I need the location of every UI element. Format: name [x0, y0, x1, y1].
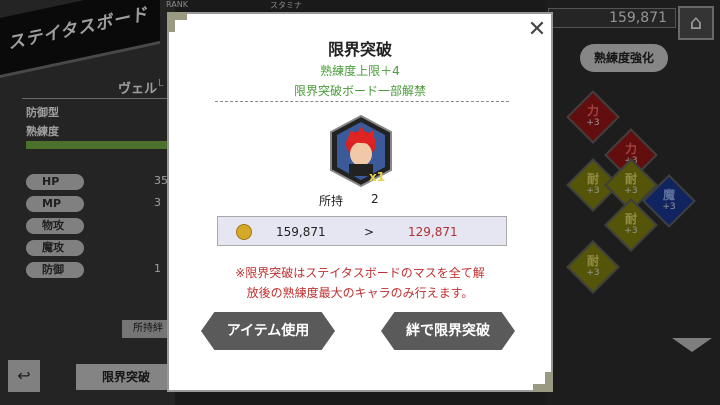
owned-count: 2	[371, 192, 379, 206]
limit-break-note-line2: 放後の熟練度最大のキャラのみ行えます。	[246, 286, 474, 300]
proficiency-cap-bonus: 熟練度上限＋4	[320, 64, 400, 78]
cost-after: 129,871	[408, 225, 458, 239]
dialog-title: 限界突破	[327, 40, 392, 59]
cost-current: 159,871	[276, 225, 326, 239]
item-qty-badge: x1	[369, 170, 386, 184]
use-item-button[interactable]: アイテム使用	[201, 312, 335, 350]
limit-break-note-line1: ※限界突破はステイタスボードのマスを全て解	[235, 266, 485, 280]
corner-decoration	[533, 372, 553, 392]
divider	[215, 101, 509, 102]
limit-break-dialog: ✕ 限界突破 熟練度上限＋4 限界突破ボード一部解禁 x1 所持 2 159,8…	[167, 12, 553, 392]
corner-decoration	[167, 12, 187, 32]
cost-display: 159,871 > 129,871	[217, 216, 507, 246]
bond-limit-break-button[interactable]: 絆で限界突破	[381, 312, 515, 350]
board-unlock-text: 限界突破ボード一部解禁	[293, 84, 426, 98]
owned-label: 所持	[319, 194, 344, 208]
character-portrait: x1	[329, 114, 393, 188]
coin-icon	[236, 224, 252, 240]
cost-arrow: >	[364, 225, 375, 239]
